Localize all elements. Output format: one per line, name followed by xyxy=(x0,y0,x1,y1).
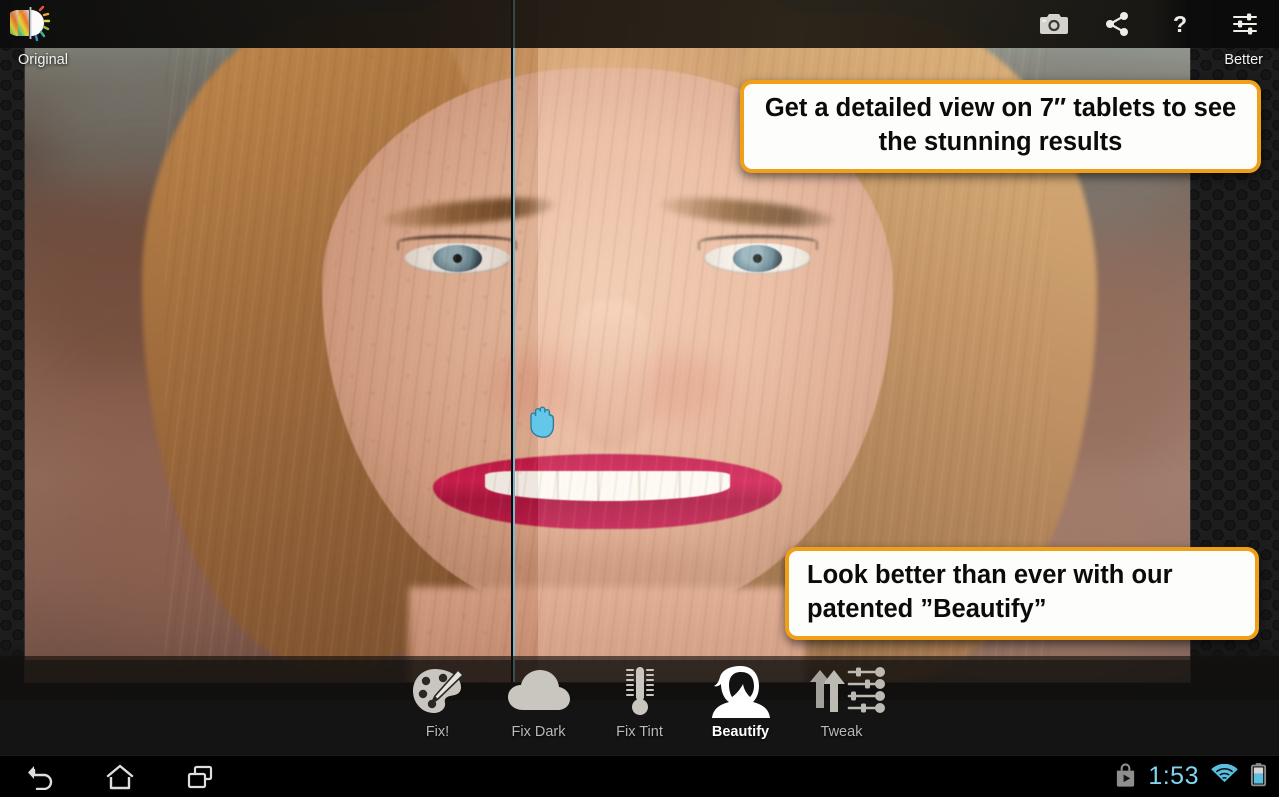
callout-tip-beautify: Look better than ever with our patented … xyxy=(785,547,1259,641)
tool-button-fix[interactable]: Fix! xyxy=(387,656,488,740)
callout-tip-beautify-text: Look better than ever with our patented … xyxy=(807,561,1173,623)
tool-button-beautify[interactable]: Beautify xyxy=(690,656,791,740)
home-icon[interactable] xyxy=(80,756,160,797)
callout-tip-detailed-view-text: Get a detailed view on 7″ tablets to see… xyxy=(764,94,1237,156)
battery-icon[interactable] xyxy=(1250,762,1267,792)
svg-text:?: ? xyxy=(1172,11,1186,37)
tool-button-fixdark[interactable]: Fix Dark xyxy=(488,656,589,740)
palette-brush-icon xyxy=(410,662,466,720)
app-root: ? Original Better Get a detailed view on… xyxy=(0,0,1279,797)
better-label: Better xyxy=(1224,52,1263,68)
back-arrow-icon[interactable] xyxy=(0,756,80,797)
tool-label-beautify: Beautify xyxy=(711,724,770,740)
arrows-sliders-icon xyxy=(799,662,885,720)
tool-button-fixtint[interactable]: Fix Tint xyxy=(589,656,690,740)
top-action-buttons: ? xyxy=(1022,0,1279,48)
wifi-icon[interactable] xyxy=(1210,763,1239,790)
tool-label-fixtint: Fix Tint xyxy=(616,724,663,740)
top-action-bar: ? xyxy=(0,0,1279,48)
android-system-bar: 1:53 xyxy=(0,755,1279,797)
system-status-area[interactable]: 1:53 xyxy=(1114,762,1279,792)
system-nav-buttons xyxy=(0,756,240,797)
play-store-icon[interactable] xyxy=(1114,762,1137,792)
color-wheel-icon[interactable] xyxy=(5,3,52,45)
editing-toolbar: Fix! Fix Dark Fix Tint Beautify Tweak xyxy=(0,656,1279,755)
tool-label-fix: Fix! xyxy=(425,724,450,740)
sliders-icon[interactable] xyxy=(1211,0,1279,48)
tool-label-fixdark: Fix Dark xyxy=(511,724,566,740)
tool-label-tweak: Tweak xyxy=(820,724,863,740)
system-clock: 1:53 xyxy=(1148,762,1199,790)
share-icon[interactable] xyxy=(1085,0,1148,48)
hand-cursor-icon[interactable] xyxy=(525,402,559,440)
camera-icon[interactable] xyxy=(1022,0,1085,48)
thermometer-icon xyxy=(623,662,657,720)
help-icon[interactable]: ? xyxy=(1148,0,1211,48)
callout-tip-detailed-view: Get a detailed view on 7″ tablets to see… xyxy=(740,80,1261,174)
toolbar-buttons: Fix! Fix Dark Fix Tint Beautify Tweak xyxy=(387,656,892,740)
compare-divider[interactable] xyxy=(511,0,515,682)
tool-button-tweak[interactable]: Tweak xyxy=(791,656,892,740)
cloud-icon xyxy=(507,662,571,720)
original-label: Original xyxy=(18,52,68,68)
recent-apps-icon[interactable] xyxy=(160,756,240,797)
woman-portrait-icon xyxy=(711,662,770,720)
